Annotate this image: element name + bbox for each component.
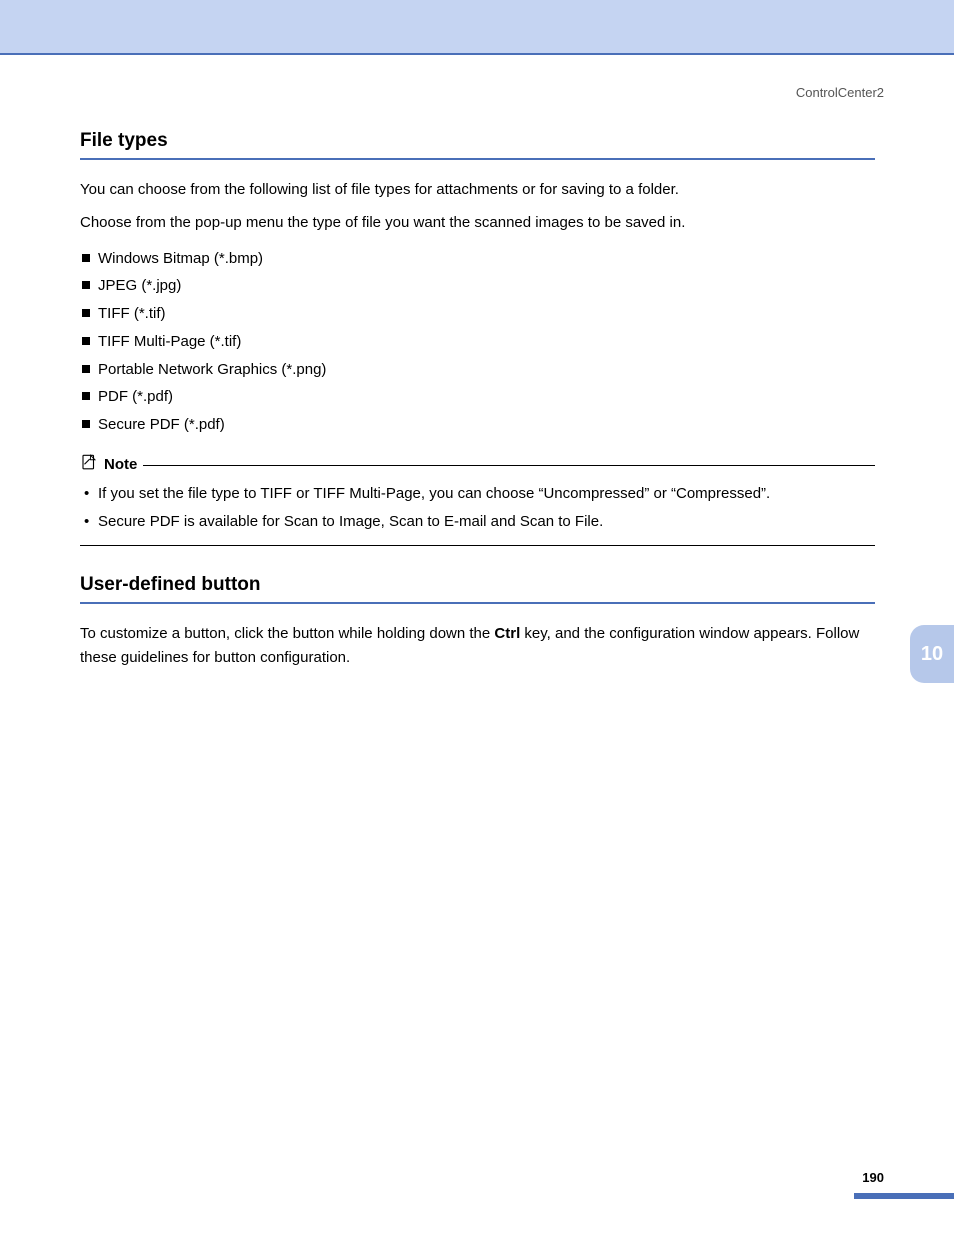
chapter-tab: 10 xyxy=(910,625,954,683)
section-title: User-defined button xyxy=(80,574,875,596)
note-title: Note xyxy=(104,456,137,473)
list-item: JPEG (*.jpg) xyxy=(80,272,875,300)
note-header: Note xyxy=(80,453,875,476)
page-number: 190 xyxy=(862,1170,884,1185)
list-item: TIFF Multi-Page (*.tif) xyxy=(80,328,875,356)
note-icon xyxy=(80,453,98,476)
top-bar xyxy=(0,0,954,55)
list-item: TIFF (*.tif) xyxy=(80,300,875,328)
section-rule xyxy=(80,602,875,604)
section-title: File types xyxy=(80,130,875,152)
file-types-list: Windows Bitmap (*.bmp) JPEG (*.jpg) TIFF… xyxy=(80,245,875,439)
text-run: To customize a button, click the button … xyxy=(80,625,494,642)
list-item: If you set the file type to TIFF or TIFF… xyxy=(80,480,875,508)
section-rule xyxy=(80,158,875,160)
page-content: File types You can choose from the follo… xyxy=(80,130,875,679)
list-item: PDF (*.pdf) xyxy=(80,383,875,411)
paragraph: You can choose from the following list o… xyxy=(80,178,875,201)
paragraph: Choose from the pop-up menu the type of … xyxy=(80,211,875,234)
note-header-rule xyxy=(143,465,875,466)
section-file-types: File types You can choose from the follo… xyxy=(80,130,875,546)
note-list: If you set the file type to TIFF or TIFF… xyxy=(80,480,875,536)
note-bottom-rule xyxy=(80,545,875,546)
footer-accent-bar xyxy=(854,1193,954,1199)
list-item: Windows Bitmap (*.bmp) xyxy=(80,245,875,273)
list-item: Secure PDF (*.pdf) xyxy=(80,411,875,439)
list-item: Portable Network Graphics (*.png) xyxy=(80,356,875,384)
text-bold: Ctrl xyxy=(494,625,520,642)
header-label: ControlCenter2 xyxy=(796,85,884,100)
list-item: Secure PDF is available for Scan to Imag… xyxy=(80,508,875,536)
paragraph: To customize a button, click the button … xyxy=(80,622,875,669)
note-block: Note If you set the file type to TIFF or… xyxy=(80,453,875,547)
section-user-defined-button: User-defined button To customize a butto… xyxy=(80,574,875,669)
